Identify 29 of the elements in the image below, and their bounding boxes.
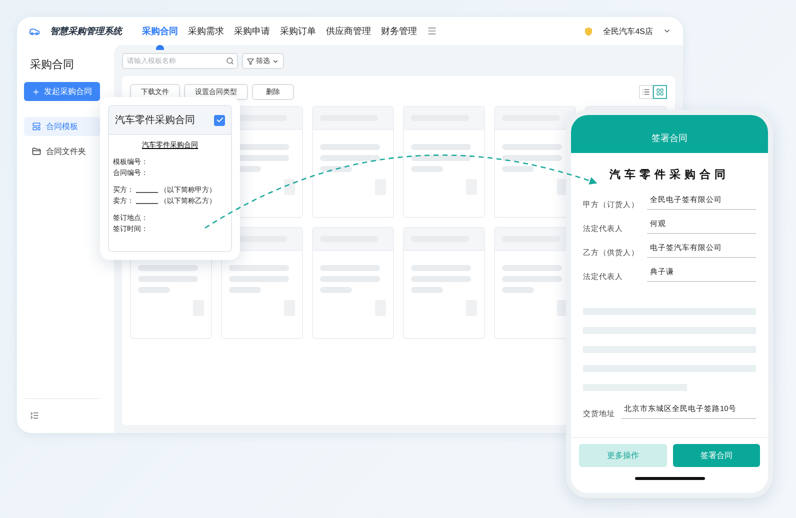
- nav-tab[interactable]: 供应商管理: [326, 24, 371, 38]
- new-contract-button[interactable]: 发起采购合同: [24, 82, 100, 101]
- grid-icon: [656, 88, 664, 96]
- caret-icon: [272, 58, 279, 64]
- app-title: 智慧采购管理系统: [50, 24, 122, 38]
- nav-tab[interactable]: 采购申请: [234, 24, 270, 38]
- nav-tab[interactable]: 财务管理: [381, 24, 417, 38]
- nav-tab[interactable]: 采购订单: [280, 24, 316, 38]
- collapse-icon[interactable]: [30, 411, 39, 420]
- home-indicator: [634, 477, 704, 480]
- sidebar-item[interactable]: 合同文件夹: [24, 142, 100, 161]
- folder-icon: [32, 147, 41, 156]
- sidebar-title: 采购合同: [29, 58, 75, 73]
- caret-icon[interactable]: [663, 27, 671, 35]
- nav-tab[interactable]: 采购需求: [188, 24, 224, 38]
- filter-icon: [247, 58, 254, 64]
- store-name[interactable]: 全民汽车4S店: [603, 26, 653, 36]
- list-icon: [642, 88, 650, 96]
- search-icon[interactable]: [226, 57, 234, 65]
- contract-title: 汽车零件采购合同: [608, 168, 730, 182]
- list-view-button[interactable]: [639, 85, 653, 99]
- menu-icon[interactable]: [427, 26, 437, 36]
- template-icon: [32, 122, 41, 131]
- checkbox[interactable]: [214, 114, 225, 126]
- plus-icon: [32, 88, 40, 96]
- template-title: 汽车零件采购合同: [115, 114, 195, 127]
- phone-header: 签署合同: [571, 115, 768, 153]
- shield-icon: [584, 26, 594, 36]
- sidebar-item[interactable]: 合同模板: [24, 117, 100, 136]
